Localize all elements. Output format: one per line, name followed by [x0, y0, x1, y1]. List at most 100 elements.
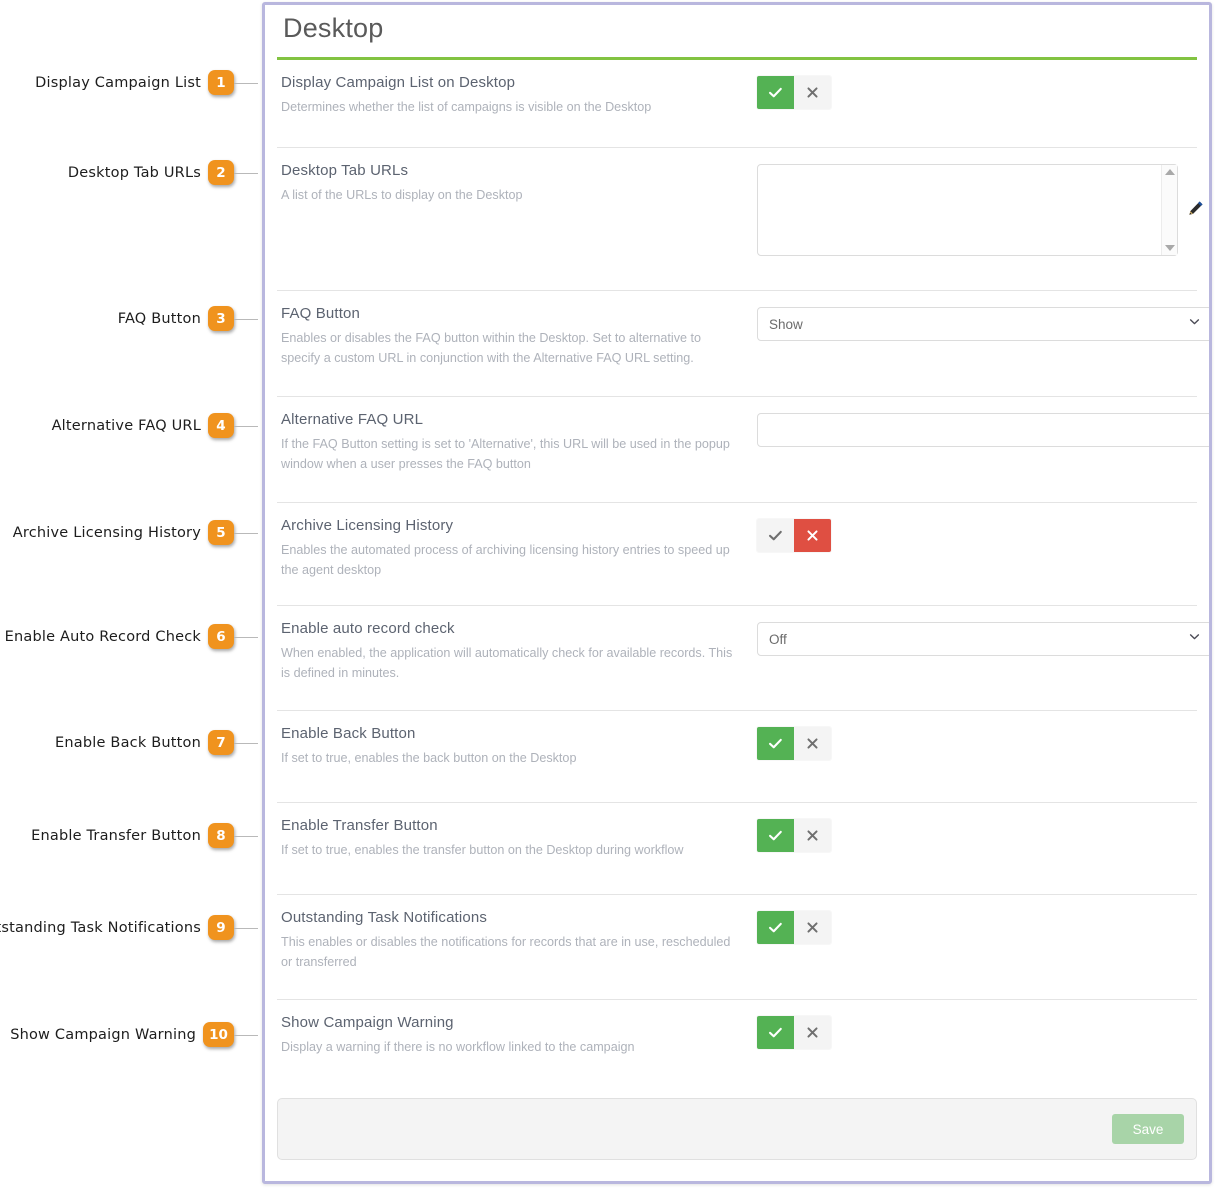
- setting-description: When enabled, the application will autom…: [281, 646, 733, 680]
- cross-icon: [806, 829, 819, 842]
- setting-control: [747, 1014, 1197, 1049]
- setting-name: Enable Back Button: [281, 725, 416, 742]
- setting-text: Alternative FAQ URL If the FAQ Button set…: [277, 411, 747, 474]
- callout-leader-line: [234, 835, 258, 837]
- textarea-control: [757, 164, 1209, 256]
- callout-leader-line: [234, 636, 258, 638]
- callout-label: Alternative FAQ URL: [51, 417, 201, 434]
- callout-badge: 1: [208, 70, 234, 95]
- toggle-no-button[interactable]: [794, 519, 831, 552]
- callout-label: Outstanding Task Notifications: [0, 919, 201, 936]
- select-control: Off: [757, 622, 1209, 656]
- cross-icon: [806, 1026, 819, 1039]
- cross-icon: [806, 86, 819, 99]
- select-box[interactable]: Off: [757, 622, 1209, 656]
- setting-name: Enable auto record check: [281, 620, 455, 637]
- setting-name: FAQ Button: [281, 305, 361, 322]
- callout-3: FAQ Button 3: [118, 306, 258, 331]
- setting-text: Enable Back Button If set to true, enable…: [277, 725, 747, 769]
- setting-row: FAQ Button Enables or disables the FAQ bu…: [277, 291, 1209, 397]
- save-button[interactable]: Save: [1112, 1114, 1184, 1144]
- callout-10: Show Campaign Warning 10: [10, 1022, 258, 1047]
- setting-control: [747, 725, 1197, 760]
- callout-annotations: Display Campaign List 1 Desktop Tab URLs 2 F…: [0, 0, 258, 1188]
- setting-control: [747, 817, 1197, 852]
- callout-badge: 9: [208, 915, 234, 940]
- select-value: Off: [769, 631, 787, 647]
- setting-control: Show: [747, 305, 1209, 341]
- check-icon: [768, 736, 783, 751]
- textarea-box: [757, 164, 1178, 256]
- toggle-group: [757, 819, 831, 852]
- toggle-yes-button[interactable]: [757, 1016, 794, 1049]
- toggle-yes-button[interactable]: [757, 727, 794, 760]
- desktop-tab-urls-textarea[interactable]: [758, 165, 1161, 255]
- callout-badge: 7: [208, 730, 234, 755]
- toggle-yes-button[interactable]: [757, 519, 794, 552]
- toggle-no-button[interactable]: [794, 1016, 831, 1049]
- check-icon: [768, 85, 783, 100]
- callout-label: Show Campaign Warning: [10, 1026, 196, 1043]
- panel-footer: Save: [277, 1098, 1197, 1160]
- check-icon: [768, 528, 783, 543]
- callout-label: Enable Back Button: [55, 734, 201, 751]
- toggle-yes-button[interactable]: [757, 819, 794, 852]
- callout-4: Alternative FAQ URL 4: [52, 413, 258, 438]
- callout-badge: 5: [208, 520, 234, 545]
- callout-badge: 2: [208, 160, 234, 185]
- setting-control: [747, 162, 1209, 256]
- setting-row: Desktop Tab URLs A list of the URLs to di…: [277, 148, 1203, 291]
- callout-5: Archive Licensing History 5: [13, 520, 258, 545]
- edit-urls-button[interactable]: [1178, 164, 1209, 256]
- toggle-yes-button[interactable]: [757, 76, 794, 109]
- setting-row: Alternative FAQ URL If the FAQ Button set…: [277, 397, 1209, 503]
- setting-description: Determines whether the list of campaigns…: [281, 100, 652, 114]
- toggle-yes-button[interactable]: [757, 911, 794, 944]
- callout-label: Enable Transfer Button: [31, 827, 201, 844]
- check-icon: [768, 828, 783, 843]
- scroll-down-icon[interactable]: [1164, 245, 1175, 251]
- toggle-no-button[interactable]: [794, 727, 831, 760]
- setting-row: Outstanding Task Notifications This enabl…: [277, 895, 1197, 1000]
- cross-icon: [806, 737, 819, 750]
- scroll-up-icon[interactable]: [1164, 169, 1175, 175]
- setting-text: Enable Transfer Button If set to true, en…: [277, 817, 747, 861]
- toggle-group: [757, 911, 831, 944]
- screenshot-root: Display Campaign List 1 Desktop Tab URLs 2 F…: [0, 0, 1216, 1188]
- setting-name: Alternative FAQ URL: [281, 411, 424, 428]
- setting-text: Show Campaign Warning Display a warning i…: [277, 1014, 747, 1058]
- toggle-group: [757, 727, 831, 760]
- settings-list: Display Campaign List on Desktop Determin…: [265, 60, 1209, 1088]
- toggle-no-button[interactable]: [794, 911, 831, 944]
- setting-description: If the FAQ Button setting is set to 'Alt…: [281, 437, 730, 471]
- toggle-no-button[interactable]: [794, 76, 831, 109]
- check-icon: [768, 1025, 783, 1040]
- callout-leader-line: [234, 927, 258, 929]
- callout-label: Archive Licensing History: [12, 524, 201, 541]
- setting-text: Outstanding Task Notifications This enabl…: [277, 909, 747, 972]
- setting-text: Desktop Tab URLs A list of the URLs to di…: [277, 162, 747, 206]
- cross-icon: [806, 921, 819, 934]
- pencil-icon: [1186, 199, 1205, 221]
- setting-control: Off: [747, 620, 1209, 656]
- textarea-scrollbar[interactable]: [1161, 165, 1177, 255]
- alternative-faq-url-input[interactable]: [757, 413, 1209, 447]
- setting-description: Enables the automated process of archivi…: [281, 543, 730, 577]
- select-control: Show: [757, 307, 1209, 341]
- setting-name: Enable Transfer Button: [281, 817, 438, 834]
- callout-leader-line: [234, 172, 258, 174]
- callout-7: Enable Back Button 7: [55, 730, 258, 755]
- page-title: Desktop: [283, 13, 384, 43]
- toggle-no-button[interactable]: [794, 819, 831, 852]
- callout-1: Display Campaign List 1: [35, 70, 258, 95]
- callout-leader-line: [234, 425, 258, 427]
- settings-panel-body: Desktop Display Campaign List on Desktop…: [265, 5, 1209, 1181]
- setting-row: Display Campaign List on Desktop Determin…: [277, 60, 1197, 148]
- select-box[interactable]: Show: [757, 307, 1209, 341]
- callout-label: Display Campaign List: [35, 74, 201, 91]
- select-value: Show: [769, 316, 803, 332]
- callout-badge: 3: [208, 306, 234, 331]
- callout-badge: 8: [208, 823, 234, 848]
- toggle-group: [757, 76, 831, 109]
- setting-name: Desktop Tab URLs: [281, 162, 409, 179]
